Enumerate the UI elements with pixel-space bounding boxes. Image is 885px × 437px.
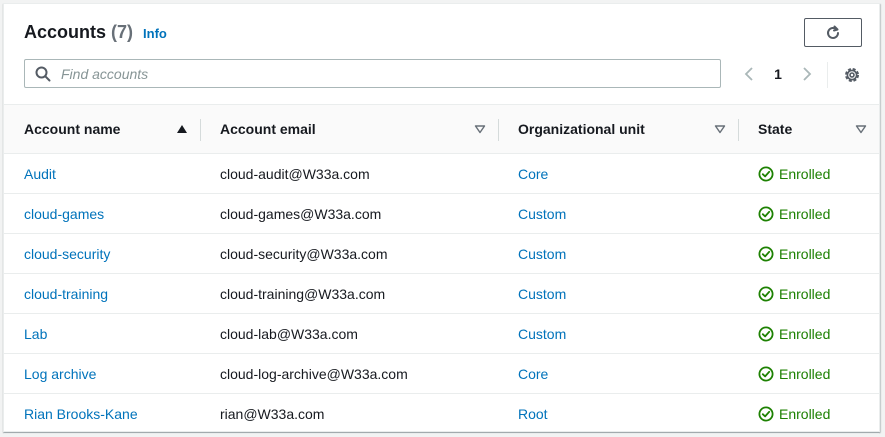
account-name-link[interactable]: cloud-games: [24, 206, 104, 222]
status-badge: Enrolled: [758, 286, 879, 302]
status-badge: Enrolled: [758, 246, 879, 262]
state-label: Enrolled: [779, 365, 831, 382]
search-icon: [35, 66, 51, 82]
refresh-icon: [827, 25, 839, 39]
organizational-unit-link[interactable]: Core: [518, 366, 548, 382]
gear-icon: [845, 68, 859, 82]
organizational-unit-link[interactable]: Core: [518, 166, 548, 182]
table-row: cloud-security cloud-security@W33a.com C…: [4, 233, 879, 274]
status-badge: Enrolled: [758, 366, 879, 382]
state-label: Enrolled: [779, 325, 831, 342]
check-circle-icon: [758, 326, 774, 341]
account-email: cloud-audit@W33a.com: [200, 153, 498, 194]
column-header-state[interactable]: State: [738, 104, 879, 154]
state-label: Enrolled: [779, 285, 831, 302]
account-count: (7): [111, 22, 134, 42]
account-name-link[interactable]: Log archive: [24, 366, 96, 382]
page-number[interactable]: 1: [761, 66, 795, 82]
check-circle-icon: [758, 246, 774, 261]
organizational-unit-link[interactable]: Custom: [518, 286, 566, 302]
table-row: Audit cloud-audit@W33a.com Core Enrolled: [4, 153, 879, 194]
column-separator: [738, 119, 739, 141]
column-header-account-email[interactable]: Account email: [200, 104, 498, 154]
pagination: 1: [737, 62, 819, 86]
account-name-link[interactable]: Audit: [24, 166, 56, 182]
sort-caret-down-icon: [855, 125, 867, 134]
account-name-link[interactable]: cloud-training: [24, 286, 108, 302]
status-badge: Enrolled: [758, 166, 879, 182]
column-header-organizational-unit[interactable]: Organizational unit: [498, 104, 738, 154]
status-badge: Enrolled: [758, 326, 879, 342]
account-email: rian@W33a.com: [200, 393, 498, 434]
account-name-link[interactable]: Rian Brooks-Kane: [24, 406, 138, 422]
check-circle-icon: [758, 206, 774, 221]
header: Accounts (7) Info: [24, 22, 167, 43]
page-title: Accounts: [24, 22, 107, 42]
table-row: Log archive cloud-log-archive@W33a.com C…: [4, 353, 879, 394]
state-label: Enrolled: [779, 245, 831, 262]
table-header-row: Account name Account email Organizationa…: [4, 104, 879, 154]
next-page-button[interactable]: [795, 62, 819, 86]
account-email: cloud-games@W33a.com: [200, 193, 498, 234]
check-circle-icon: [758, 166, 774, 181]
table-row: cloud-games cloud-games@W33a.com Custom …: [4, 193, 879, 234]
table-row: Rian Brooks-Kane rian@W33a.com Root Enro…: [4, 393, 879, 434]
column-separator: [200, 119, 201, 141]
state-label: Enrolled: [779, 205, 831, 222]
state-label: Enrolled: [779, 165, 831, 182]
account-name-link[interactable]: Lab: [24, 326, 47, 342]
chevron-left-icon: [744, 67, 753, 81]
accounts-panel: Accounts (7) Info 1: [3, 3, 880, 434]
chevron-right-icon: [803, 67, 812, 81]
organizational-unit-link[interactable]: Custom: [518, 206, 566, 222]
organizational-unit-link[interactable]: Custom: [518, 246, 566, 262]
account-email: cloud-training@W33a.com: [200, 273, 498, 314]
table-row: Lab cloud-lab@W33a.com Custom Enrolled: [4, 313, 879, 354]
search-input[interactable]: [59, 64, 720, 83]
refresh-button[interactable]: [804, 18, 862, 47]
check-circle-icon: [758, 366, 774, 381]
column-separator: [498, 119, 499, 141]
account-email: cloud-log-archive@W33a.com: [200, 353, 498, 394]
sort-ascending-icon: [177, 125, 187, 133]
previous-page-button[interactable]: [737, 62, 761, 86]
check-circle-icon: [758, 286, 774, 301]
pager-divider: [827, 62, 828, 88]
table-row: cloud-training cloud-training@W33a.com C…: [4, 273, 879, 314]
search-field: [24, 59, 721, 88]
preferences-button[interactable]: [841, 64, 863, 86]
status-badge: Enrolled: [758, 206, 879, 222]
account-email: cloud-security@W33a.com: [200, 233, 498, 274]
state-label: Enrolled: [779, 405, 831, 422]
column-header-account-name[interactable]: Account name: [4, 104, 200, 154]
account-name-link[interactable]: cloud-security: [24, 246, 110, 262]
check-circle-icon: [758, 406, 774, 421]
organizational-unit-link[interactable]: Root: [518, 406, 548, 422]
account-email: cloud-lab@W33a.com: [200, 313, 498, 354]
info-link[interactable]: Info: [143, 26, 167, 41]
sort-caret-down-icon: [714, 125, 726, 134]
status-badge: Enrolled: [758, 406, 879, 422]
organizational-unit-link[interactable]: Custom: [518, 326, 566, 342]
accounts-table: Account name Account email Organizationa…: [4, 104, 879, 434]
sort-caret-down-icon: [474, 125, 486, 134]
